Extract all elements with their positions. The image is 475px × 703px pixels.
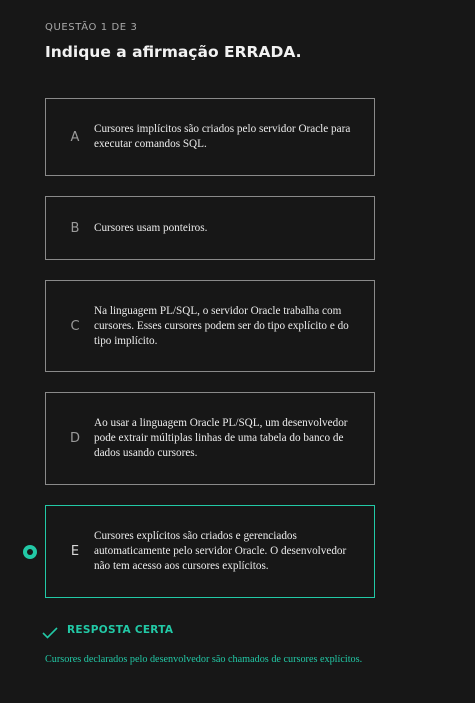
feedback-label: RESPOSTA CERTA: [67, 624, 174, 636]
question-counter: QUESTÃO 1 DE 3: [45, 22, 138, 33]
feedback-explanation: Cursores declarados pelo desenvolvedor s…: [45, 654, 363, 665]
option-letter: A: [70, 129, 80, 145]
option-b[interactable]: B Cursores usam ponteiros.: [45, 196, 375, 260]
option-a[interactable]: A Cursores implícitos são criados pelo s…: [45, 98, 375, 176]
radio-selected-icon[interactable]: [23, 545, 37, 559]
option-text: Cursores implícitos são criados pelo ser…: [94, 123, 351, 150]
option-text: Ao usar a linguagem Oracle PL/SQL, um de…: [94, 417, 348, 459]
option-text: Cursores explícitos são criados e gerenc…: [94, 530, 347, 572]
option-c[interactable]: C Na linguagem PL/SQL, o servidor Oracle…: [45, 280, 375, 372]
option-e[interactable]: E Cursores explícitos são criados e gere…: [45, 505, 375, 598]
question-prompt: Indique a afirmação ERRADA.: [45, 43, 302, 61]
feedback-banner: RESPOSTA CERTA: [42, 624, 174, 639]
option-d[interactable]: D Ao usar a linguagem Oracle PL/SQL, um …: [45, 392, 375, 485]
option-text: Na linguagem PL/SQL, o servidor Oracle t…: [94, 304, 349, 347]
option-letter: C: [70, 318, 80, 334]
option-letter: D: [69, 431, 80, 446]
check-icon: [42, 624, 58, 639]
option-letter: E: [70, 544, 80, 559]
option-text: Cursores usam ponteiros.: [94, 221, 208, 234]
option-letter: B: [70, 220, 80, 236]
